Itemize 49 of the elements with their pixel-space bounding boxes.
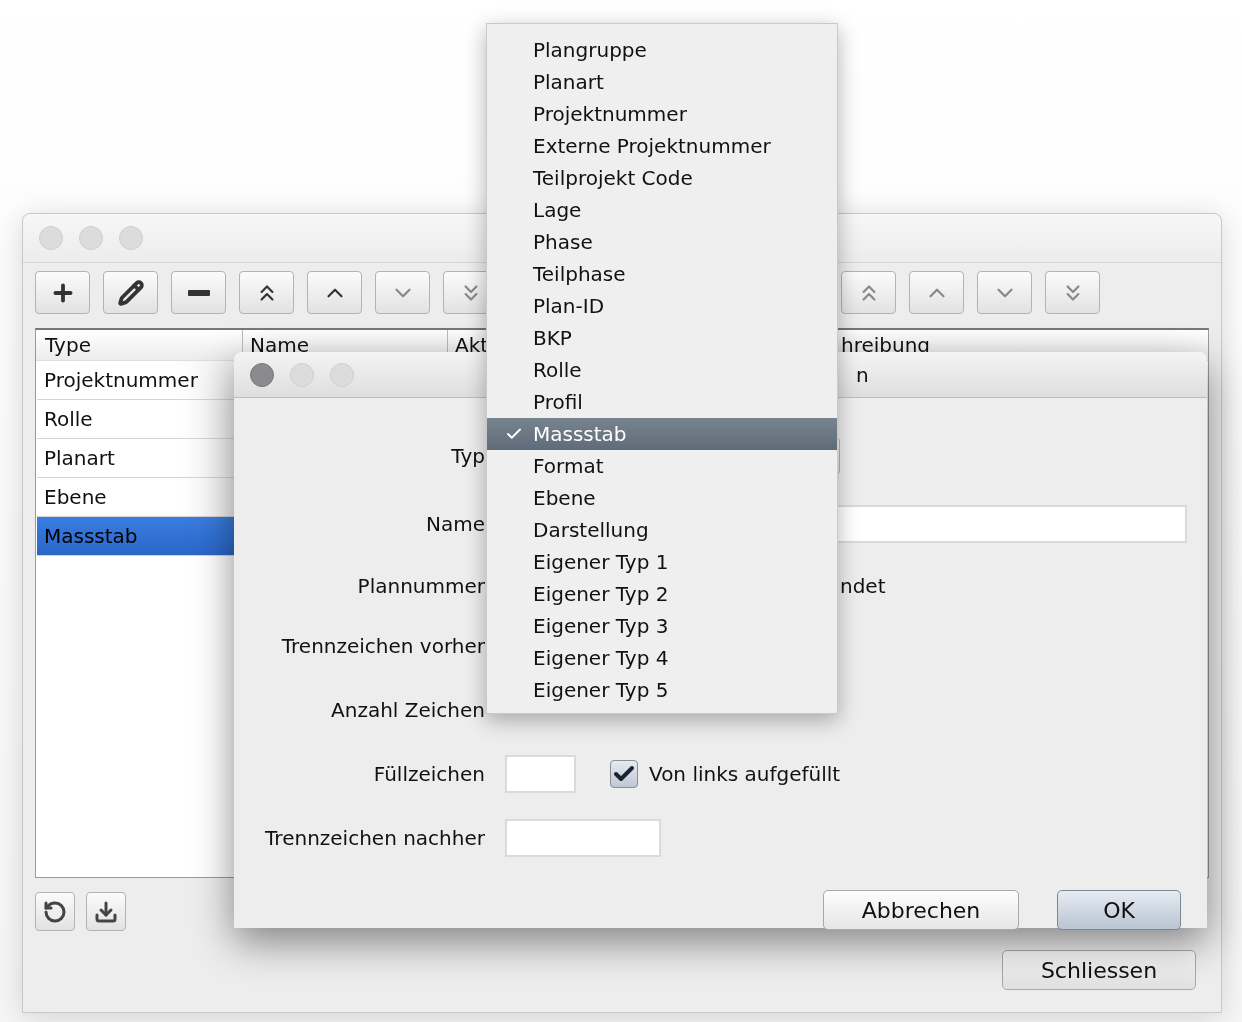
field-label: Name bbox=[425, 512, 485, 536]
checkbox-label: ndet bbox=[840, 574, 886, 598]
toolbar-button[interactable] bbox=[35, 271, 90, 314]
checkbox[interactable] bbox=[610, 760, 638, 788]
pencil-icon bbox=[117, 279, 144, 306]
menu-item[interactable]: Massstab bbox=[487, 418, 837, 450]
menu-item[interactable]: Rolle bbox=[487, 354, 837, 386]
cancel-button[interactable]: Abbrechen bbox=[823, 890, 1019, 930]
toolbar-button[interactable] bbox=[171, 271, 226, 314]
menu-item[interactable]: Ebene bbox=[487, 482, 837, 514]
fill-char-field[interactable] bbox=[505, 755, 576, 793]
ok-button[interactable]: OK bbox=[1057, 890, 1181, 930]
field-label: Füllzeichen bbox=[372, 762, 485, 786]
close-button[interactable]: Schliessen bbox=[1002, 950, 1196, 990]
menu-item[interactable]: Teilphase bbox=[487, 258, 837, 290]
download-button[interactable] bbox=[86, 892, 126, 931]
menu-item[interactable]: Externe Projektnummer bbox=[487, 130, 837, 162]
menu-item[interactable]: Eigener Typ 5 bbox=[487, 674, 837, 706]
menu-item[interactable]: Eigener Typ 2 bbox=[487, 578, 837, 610]
menu-item[interactable]: Planart bbox=[487, 66, 837, 98]
menu-item[interactable]: Format bbox=[487, 450, 837, 482]
rotate-arrow-icon bbox=[43, 899, 67, 924]
window-button[interactable] bbox=[250, 362, 274, 387]
menu-item[interactable]: Teilprojekt Code bbox=[487, 162, 837, 194]
menu-item[interactable]: Plangruppe bbox=[487, 34, 837, 66]
field-label: Anzahl Zeichen bbox=[330, 698, 485, 722]
menu-item[interactable]: Lage bbox=[487, 194, 837, 226]
menu-item[interactable]: Projektnummer bbox=[487, 98, 837, 130]
field-label: Trennzeichen nachher bbox=[264, 826, 485, 850]
download-icon bbox=[94, 899, 118, 924]
menu-item[interactable]: Plan-ID bbox=[487, 290, 837, 322]
table-cell[interactable]: Massstab bbox=[37, 517, 235, 555]
menu-item[interactable]: BKP bbox=[487, 322, 837, 354]
dialog-title: n bbox=[856, 362, 869, 387]
toolbar-button[interactable] bbox=[103, 271, 158, 314]
toolbar-button[interactable] bbox=[239, 271, 294, 314]
reset-button[interactable] bbox=[35, 892, 75, 931]
menu-item[interactable]: Phase bbox=[487, 226, 837, 258]
field-label: Typ bbox=[450, 444, 485, 468]
field-label: Plannummer bbox=[356, 574, 485, 598]
minus-icon bbox=[187, 289, 210, 296]
checkbox-label: Von links aufgefüllt bbox=[649, 762, 841, 786]
menu-item[interactable]: Eigener Typ 4 bbox=[487, 642, 837, 674]
menu-item[interactable]: Eigener Typ 1 bbox=[487, 546, 837, 578]
menu-item[interactable]: Darstellung bbox=[487, 514, 837, 546]
field-label: Trennzeichen vorher bbox=[280, 634, 485, 658]
menu-item[interactable]: Eigener Typ 3 bbox=[487, 610, 837, 642]
separator-field[interactable] bbox=[505, 819, 661, 857]
menu-item[interactable]: Profil bbox=[487, 386, 837, 418]
